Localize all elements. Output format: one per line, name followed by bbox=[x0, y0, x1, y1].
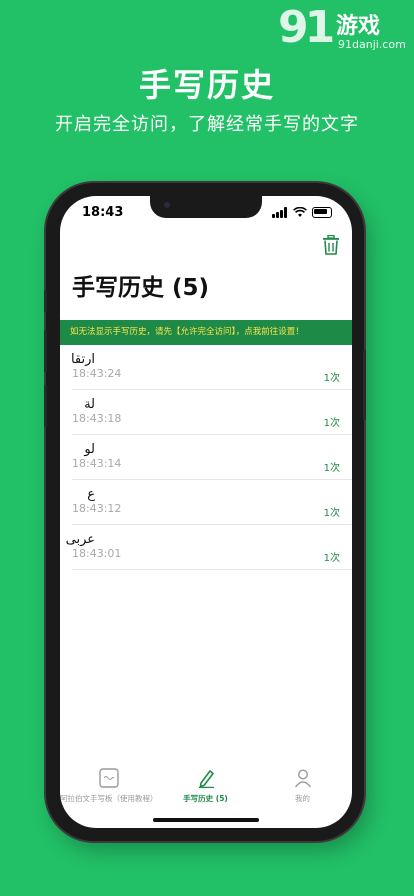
person-icon bbox=[294, 769, 311, 788]
history-row[interactable]: ارتقا 18:43:24 1次 bbox=[70, 345, 352, 390]
history-list: ارتقا 18:43:24 1次 لة 18:43:18 1次 لو 18:4… bbox=[60, 345, 352, 570]
keyboard-icon bbox=[98, 768, 119, 788]
history-text: لة bbox=[84, 397, 95, 412]
tab-history[interactable]: 手写历史 (5) bbox=[157, 768, 254, 808]
history-row[interactable]: لة 18:43:18 1次 bbox=[72, 390, 352, 435]
history-row[interactable]: عربى 18:43:01 1次 bbox=[66, 525, 352, 570]
phone-mute-switch bbox=[44, 290, 47, 312]
promo-headline: 手写历史 bbox=[138, 66, 275, 104]
trash-icon[interactable] bbox=[322, 235, 340, 255]
history-count: 1次 bbox=[323, 553, 340, 564]
history-time: 18:43:24 bbox=[72, 367, 122, 380]
history-count: 1次 bbox=[323, 418, 340, 429]
history-count: 1次 bbox=[323, 463, 340, 474]
tab-bar: 阿拉伯文手写板（使用教程） 手写历史 (5) 我的 bbox=[60, 768, 352, 808]
status-icons bbox=[272, 207, 332, 219]
tab-label: 手写历史 (5) bbox=[183, 794, 228, 803]
history-count: 1次 bbox=[323, 508, 340, 519]
history-time: 18:43:12 bbox=[72, 502, 122, 515]
tab-label: 阿拉伯文手写板（使用教程） bbox=[60, 794, 158, 803]
history-time: 18:43:01 bbox=[72, 547, 122, 560]
history-time: 18:43:18 bbox=[72, 412, 122, 425]
history-count: 1次 bbox=[323, 373, 340, 384]
history-time: 18:43:14 bbox=[72, 457, 122, 470]
tab-label: 我的 bbox=[295, 794, 310, 803]
tab-keyboard[interactable]: 阿拉伯文手写板（使用教程） bbox=[60, 768, 158, 808]
notch bbox=[150, 196, 262, 218]
phone-power-button bbox=[363, 350, 366, 420]
watermark: 91 游戏 91danji.com bbox=[278, 2, 408, 58]
history-row[interactable]: لو 18:43:14 1次 bbox=[72, 435, 352, 480]
history-text: عربى bbox=[65, 532, 95, 547]
home-indicator bbox=[153, 818, 259, 822]
history-text: ارتقا bbox=[70, 352, 95, 367]
page-title: 手写历史 (5) bbox=[72, 275, 210, 301]
watermark-url: 91danji.com bbox=[338, 38, 406, 51]
watermark-logo: 91 bbox=[278, 2, 335, 53]
battery-icon bbox=[312, 207, 332, 218]
phone-volume-up bbox=[44, 330, 47, 372]
phone-volume-down bbox=[44, 385, 47, 427]
history-text: لو bbox=[84, 442, 95, 457]
watermark-brand: 游戏 bbox=[336, 14, 381, 39]
history-row[interactable]: ع 18:43:12 1次 bbox=[72, 480, 352, 525]
full-access-banner[interactable]: 如无法显示手写历史，请先【允许完全访问】，点我前往设置！ bbox=[60, 320, 352, 345]
history-text: ع bbox=[87, 487, 95, 502]
status-time: 18:43 bbox=[82, 205, 124, 220]
wifi-icon bbox=[293, 207, 307, 217]
promo-subline: 开启完全访问，了解经常手写的文字 bbox=[55, 114, 359, 135]
tab-profile[interactable]: 我的 bbox=[254, 768, 351, 808]
pen-icon bbox=[198, 770, 214, 788]
signal-icon bbox=[272, 207, 288, 218]
phone-screen: 18:43 手写历史 (5) 如无法显示手写历史，请先【允许完全访问】，点我前往… bbox=[60, 196, 352, 828]
